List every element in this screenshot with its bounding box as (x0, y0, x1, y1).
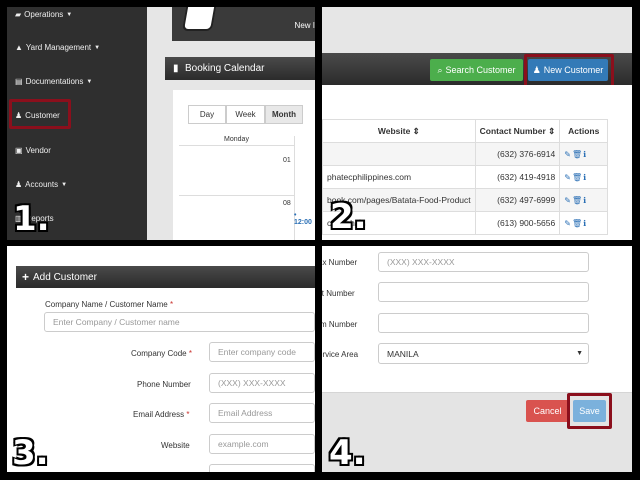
step-number: 1. (13, 199, 50, 239)
panel-step-2: ⌕ Search Customer ♟ New Customer Website… (322, 7, 632, 240)
tin-number-input[interactable] (378, 282, 589, 302)
fax-number-input[interactable]: (XXX) XXX-XXXX (378, 252, 589, 272)
sidebar-item-documentations[interactable]: ▤ Documentations ▼ (15, 77, 92, 86)
sidebar-item-accounts[interactable]: ♟ Accounts ▼ (15, 180, 67, 189)
file-icon: ▤ (15, 77, 23, 86)
vendor-icon: ▣ (15, 146, 23, 155)
phone-number-input[interactable]: (XXX) XXX-XXXX (209, 373, 315, 393)
tab-month[interactable]: Month (265, 105, 303, 124)
service-area-label: ervice Area (322, 350, 359, 359)
add-customer-header: + Add Customer (16, 266, 315, 288)
sidebar-item-operations[interactable]: ▰ Operations ▼ (15, 10, 72, 19)
row-actions[interactable]: ✎🗑ℹ (559, 142, 609, 166)
booking-calendar-header: ▮ Booking Calendar (165, 57, 315, 80)
email-address-input[interactable]: Email Address (209, 403, 315, 423)
divider (179, 195, 294, 196)
row-actions[interactable]: ✎🗑ℹ (559, 188, 609, 212)
date-cell: 08 (283, 200, 291, 207)
company-code-label: Company Code * (131, 349, 192, 358)
column-actions: Actions (559, 119, 609, 143)
company-code-input[interactable]: Enter company code (209, 342, 315, 362)
search-icon: ⌕ (437, 64, 443, 75)
caret-down-icon: ▼ (61, 181, 68, 188)
step-number: 3. (12, 433, 49, 472)
column-contact-number[interactable]: Contact Number ⇕ (474, 119, 561, 143)
next-input[interactable] (209, 464, 315, 472)
table-row: (632) 376-6914 ✎🗑ℹ (322, 142, 609, 166)
chevron-down-icon: ▼ (576, 350, 583, 357)
panel-step-4: ax Number (XXX) XXX-XXXX it Number m Num… (322, 246, 632, 472)
fax-number-label: ax Number (322, 258, 358, 267)
panel-step-3: + Add Customer Company Name / Customer N… (7, 246, 315, 472)
user-icon: ♟ (15, 180, 23, 189)
search-customer-button[interactable]: ⌕ Search Customer (430, 59, 523, 81)
caret-down-icon: ▼ (66, 11, 73, 18)
calendar-event[interactable]: • 12:00 (294, 212, 315, 226)
column-website[interactable]: Website ⇕ (322, 119, 476, 143)
date-cell: 01 (283, 157, 291, 164)
company-name-label: Company Name / Customer Name * (45, 300, 174, 309)
tab-day[interactable]: Day (188, 105, 226, 124)
step-number: 4. (329, 433, 366, 472)
email-address-label: Email Address * (133, 410, 190, 419)
tin-number-label: it Number (322, 289, 355, 298)
caret-down-icon: ▼ (86, 78, 93, 85)
sidebar-item-vendor[interactable]: ▣ Vendor (15, 146, 51, 155)
table-header: Website ⇕ Contact Number ⇕ Actions (322, 119, 609, 143)
header-widget: New I (172, 7, 315, 41)
table-row: phatecphilippines.com (632) 419-4918 ✎🗑ℹ (322, 165, 609, 189)
phone-number-label: Phone Number (137, 380, 191, 389)
website-label: Website (161, 441, 190, 450)
form-title: Add Customer (33, 272, 97, 283)
calendar: Day Week Month Monday 01 08 • 12:00 (173, 90, 315, 240)
row-actions[interactable]: ✎🗑ℹ (559, 211, 609, 235)
caret-down-icon: ▼ (94, 44, 101, 51)
book-icon: ▮ (173, 63, 179, 74)
sidebar-item-yard-management[interactable]: ▲ Yard Management ▼ (15, 43, 100, 52)
company-name-input[interactable]: Enter Company / Customer name (44, 312, 315, 332)
service-area-select[interactable]: MANILA ▼ (378, 343, 589, 364)
plus-icon: + (22, 270, 30, 284)
tab-week[interactable]: Week (226, 105, 265, 124)
form-number-input[interactable] (378, 313, 589, 333)
customer-highlight (9, 99, 71, 129)
cancel-button[interactable]: Cancel (526, 400, 569, 422)
save-highlight (567, 393, 612, 429)
form-number-label: m Number (322, 320, 358, 329)
book-icon (181, 7, 217, 31)
website-input[interactable]: example.com (209, 434, 315, 454)
row-actions[interactable]: ✎🗑ℹ (559, 165, 609, 189)
road-icon: ▲ (15, 43, 23, 52)
panel-step-1: ▰ Operations ▼ ▲ Yard Management ▼ ▤ Doc… (7, 7, 315, 240)
header-text: New I (294, 21, 315, 30)
truck-icon: ▰ (15, 10, 22, 19)
day-header: Monday (179, 136, 294, 146)
calendar-title: Booking Calendar (185, 63, 265, 74)
step-number: 2. (330, 197, 367, 237)
